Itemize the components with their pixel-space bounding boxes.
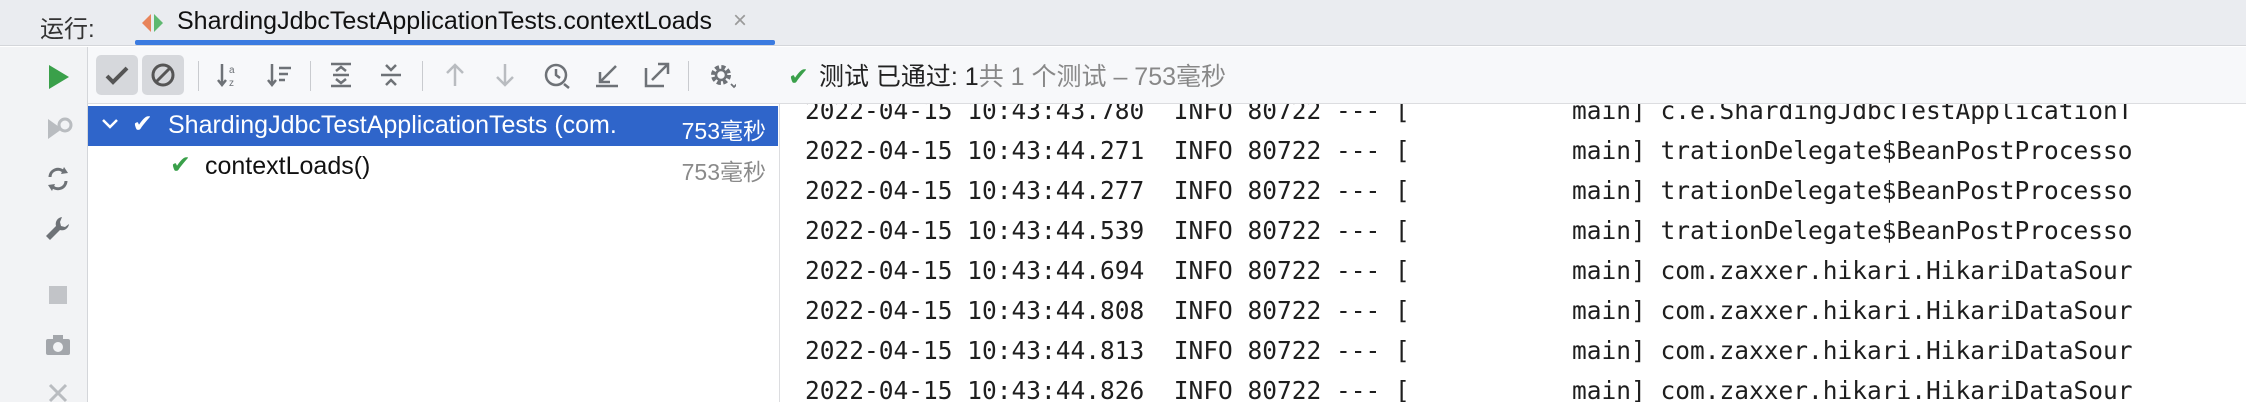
collapse-all-icon bbox=[381, 64, 401, 86]
test-runner-toolbar: az ✔ 测试 已通过: 1共 1 个测试 – 753毫秒 bbox=[88, 47, 2246, 104]
chevron-down-icon[interactable] bbox=[98, 112, 122, 136]
console-output[interactable]: 2022-04-15 10:43:43.780 INFO 80722 --- [… bbox=[781, 104, 2246, 402]
passed-check-icon: ✔ bbox=[132, 110, 153, 138]
run-tab-bar: 运行: ShardingJdbcTestApplicationTests.con… bbox=[0, 0, 2246, 46]
sort-alpha-icon: az bbox=[217, 64, 235, 89]
toggle-auto-test-icon[interactable] bbox=[42, 163, 74, 195]
stop-icon[interactable] bbox=[42, 279, 74, 311]
test-history-button[interactable] bbox=[536, 55, 578, 95]
log-line: 2022-04-15 10:43:44.813 INFO 80722 --- [… bbox=[805, 336, 2133, 365]
toolbar-separator bbox=[422, 61, 423, 91]
close-icon[interactable] bbox=[42, 377, 74, 409]
collapse-all-button[interactable] bbox=[370, 55, 412, 95]
show-passed-button[interactable] bbox=[96, 55, 138, 95]
log-line: 2022-04-15 10:43:43.780 INFO 80722 --- [… bbox=[805, 104, 2133, 125]
passed-check-icon: ✔ bbox=[170, 151, 191, 179]
expand-all-icon bbox=[331, 62, 351, 88]
svg-text:z: z bbox=[229, 78, 234, 89]
previous-failed-button[interactable] bbox=[434, 55, 476, 95]
test-duration: 753毫秒 bbox=[681, 118, 766, 144]
sort-by-duration-button[interactable] bbox=[258, 55, 300, 95]
log-line: 2022-04-15 10:43:44.808 INFO 80722 --- [… bbox=[805, 296, 2133, 325]
log-line: 2022-04-15 10:43:44.694 INFO 80722 --- [… bbox=[805, 256, 2133, 285]
test-class-name: ShardingJdbcTestApplicationTests (com. bbox=[168, 111, 617, 139]
wrench-icon[interactable] bbox=[42, 213, 74, 245]
import-tests-button[interactable] bbox=[586, 55, 628, 95]
close-tab-icon[interactable]: × bbox=[733, 7, 747, 35]
log-line: 2022-04-15 10:43:44.539 INFO 80722 --- [… bbox=[805, 216, 2133, 245]
run-config-tab[interactable]: ShardingJdbcTestApplicationTests.context… bbox=[135, 0, 775, 46]
toolbar-separator bbox=[688, 61, 689, 91]
sort-alphabetically-button[interactable]: az bbox=[208, 55, 250, 95]
arrow-down-icon bbox=[496, 64, 514, 87]
test-duration: 753毫秒 bbox=[681, 159, 766, 185]
tree-row-test-class[interactable]: ✔ ShardingJdbcTestApplicationTests (com.… bbox=[88, 106, 778, 146]
junit-config-icon bbox=[139, 12, 167, 34]
expand-all-button[interactable] bbox=[320, 55, 362, 95]
import-icon bbox=[596, 65, 618, 88]
toolbar-separator bbox=[310, 61, 311, 91]
run-label: 运行: bbox=[40, 16, 95, 43]
clock-icon bbox=[544, 63, 570, 89]
sort-duration-icon bbox=[267, 64, 291, 88]
passed-check-icon: ✔ bbox=[788, 63, 809, 91]
run-icon[interactable] bbox=[42, 61, 74, 93]
export-tests-button[interactable] bbox=[636, 55, 678, 95]
log-line: 2022-04-15 10:43:44.271 INFO 80722 --- [… bbox=[805, 136, 2133, 165]
test-status-summary: ✔ 测试 已通过: 1共 1 个测试 – 753毫秒 bbox=[788, 57, 1226, 93]
log-line: 2022-04-15 10:43:44.826 INFO 80722 --- [… bbox=[805, 376, 2133, 402]
status-count-time: 共 1 个测试 – 753毫秒 bbox=[978, 63, 1227, 91]
test-method-name: contextLoads() bbox=[205, 152, 371, 180]
next-failed-button[interactable] bbox=[484, 55, 526, 95]
settings-button[interactable] bbox=[700, 55, 742, 95]
camera-icon[interactable] bbox=[42, 329, 74, 361]
rerun-failed-icon[interactable] bbox=[42, 113, 74, 145]
export-icon bbox=[644, 62, 670, 88]
active-tab-indicator bbox=[135, 40, 775, 45]
ignored-icon bbox=[151, 63, 175, 87]
tree-row-test-method[interactable]: ✔ contextLoads() 753毫秒 bbox=[88, 147, 778, 187]
arrow-up-icon bbox=[446, 63, 464, 86]
run-side-toolbar bbox=[0, 47, 88, 403]
log-line: 2022-04-15 10:43:44.277 INFO 80722 --- [… bbox=[805, 176, 2133, 205]
svg-text:a: a bbox=[229, 65, 235, 76]
gear-icon bbox=[711, 65, 736, 89]
toolbar-separator bbox=[198, 61, 199, 91]
show-ignored-button[interactable] bbox=[142, 55, 184, 95]
status-passed-text: 测试 已通过: 1 bbox=[818, 63, 979, 91]
run-config-name: ShardingJdbcTestApplicationTests.context… bbox=[177, 7, 713, 35]
test-results-tree: ✔ ShardingJdbcTestApplicationTests (com.… bbox=[88, 104, 780, 402]
check-icon bbox=[105, 66, 129, 85]
